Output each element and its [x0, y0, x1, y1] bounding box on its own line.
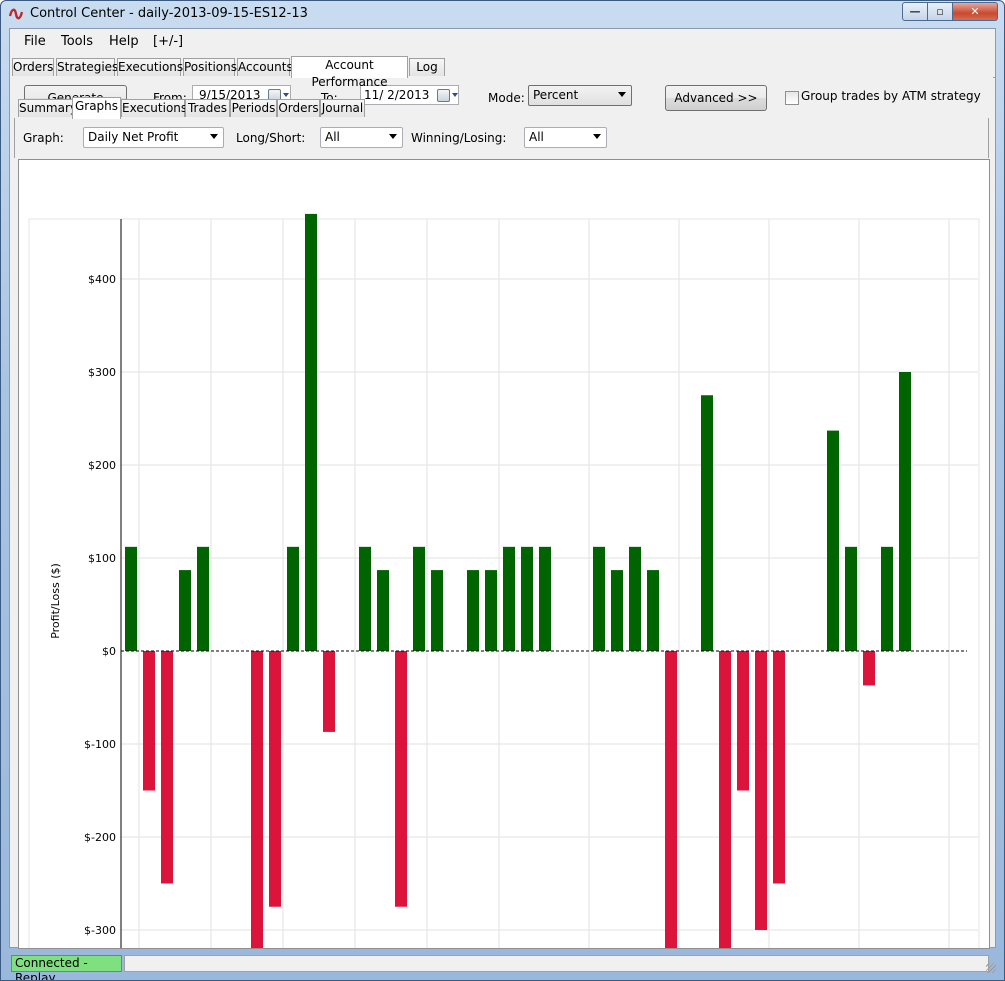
maximize-icon: ▫: [936, 5, 944, 18]
loss-bar: [737, 651, 749, 791]
app-logo-icon: [9, 8, 23, 20]
long-short-label: Long/Short:: [236, 131, 306, 145]
profit-bar: [125, 546, 137, 651]
y-tick-label: $-200: [84, 831, 116, 844]
tab-orders[interactable]: Orders: [12, 58, 54, 76]
subtab-orders[interactable]: Orders: [277, 99, 320, 117]
tab-account-performance[interactable]: Account Performance: [291, 56, 408, 89]
graph-filter-bar: Graph: Daily Net Profit Long/Short: All …: [14, 118, 989, 158]
minimize-icon: —: [909, 5, 921, 18]
loss-bar: [863, 651, 875, 686]
graph-label: Graph:: [23, 131, 64, 145]
daily-net-profit-chart: $400 $300 $200 $100 $0 $-100 $-200 $-300 Profit/…: [18, 159, 990, 949]
y-tick-label: $200: [88, 459, 116, 472]
close-button[interactable]: ✕: [953, 2, 998, 21]
y-tick-label: $400: [88, 273, 116, 286]
profit-bar: [593, 546, 605, 651]
window-title: Control Center - daily-2013-09-15-ES12-1…: [30, 6, 308, 21]
loss-bar: [251, 651, 263, 948]
y-tick-label: $300: [88, 366, 116, 379]
loss-bar: [323, 651, 335, 732]
loss-bar: [719, 651, 731, 948]
y-axis-title: Profit/Loss ($): [49, 563, 62, 639]
menu-bar: File Tools Help [+/-]: [10, 29, 995, 53]
profit-bar: [305, 213, 317, 651]
y-tick-label: $0: [102, 645, 116, 658]
profit-bar: [467, 570, 479, 651]
profit-bar: [899, 372, 911, 651]
tab-accounts[interactable]: Accounts: [237, 58, 293, 76]
profit-bar: [287, 546, 299, 651]
winning-losing-select[interactable]: All: [524, 127, 607, 148]
y-tick-label: $-100: [84, 738, 116, 751]
main-tab-strip: Orders Strategies Executions Positions A…: [12, 56, 995, 89]
close-icon: ✕: [970, 5, 980, 18]
profit-bar: [845, 546, 857, 651]
profit-bar: [521, 546, 533, 651]
chevron-down-icon: [210, 134, 218, 139]
profit-bar: [539, 546, 551, 651]
minimize-button[interactable]: —: [902, 2, 928, 21]
chevron-down-icon: [389, 134, 397, 139]
subtab-graphs[interactable]: Graphs: [72, 97, 121, 119]
profit-bar: [413, 546, 425, 651]
subtab-journal[interactable]: Journal: [320, 99, 365, 117]
long-short-value: All: [325, 130, 340, 144]
profit-bar: [179, 570, 191, 651]
profit-bar: [197, 546, 209, 651]
winning-losing-value: All: [529, 130, 544, 144]
profit-bar: [647, 570, 659, 651]
resize-grip-icon[interactable]: [986, 963, 996, 973]
profit-bar: [629, 546, 641, 651]
menu-tools[interactable]: Tools: [61, 34, 93, 49]
profit-bar: [377, 570, 389, 651]
profit-bar: [503, 546, 515, 651]
subtab-trades[interactable]: Trades: [185, 99, 230, 117]
title-bar[interactable]: Control Center - daily-2013-09-15-ES12-1…: [1, 1, 1004, 27]
application-window: Control Center - daily-2013-09-15-ES12-1…: [0, 0, 1005, 981]
profit-bar: [881, 546, 893, 651]
tab-strategies[interactable]: Strategies: [56, 58, 118, 76]
loss-bar: [395, 651, 407, 907]
profit-bar: [611, 570, 623, 651]
profit-bar: [359, 546, 371, 651]
maximize-button[interactable]: ▫: [928, 2, 953, 21]
status-bar-panel: [124, 955, 989, 972]
status-bar: Connected - Replay: [9, 953, 998, 980]
y-tick-label: $100: [88, 552, 116, 565]
y-tick-label: $-300: [84, 924, 116, 937]
subtab-summary[interactable]: Summary: [18, 99, 77, 117]
menu-toggle[interactable]: [+/-]: [153, 34, 183, 49]
chevron-down-icon: [593, 134, 601, 139]
profit-bar: [431, 570, 443, 651]
profit-bar: [701, 395, 713, 651]
subtab-executions[interactable]: Executions: [121, 99, 187, 117]
loss-bar: [269, 651, 281, 907]
tab-positions[interactable]: Positions: [183, 58, 237, 76]
graph-type-value: Daily Net Profit: [88, 130, 179, 144]
long-short-select[interactable]: All: [320, 127, 403, 148]
connection-status: Connected - Replay: [11, 955, 122, 980]
tab-log[interactable]: Log: [409, 58, 445, 76]
subtab-periods[interactable]: Periods: [230, 99, 277, 117]
loss-bar: [665, 651, 677, 948]
chart-svg: $400 $300 $200 $100 $0 $-100 $-200 $-300 Profit/…: [28, 213, 980, 948]
tab-executions[interactable]: Executions: [117, 58, 183, 76]
loss-bar: [755, 651, 767, 930]
loss-bar: [143, 651, 155, 791]
loss-bar: [773, 651, 785, 884]
client-area: File Tools Help [+/-] Orders Strategies …: [9, 28, 996, 949]
profit-bar: [485, 570, 497, 651]
profit-bar: [827, 430, 839, 651]
menu-file[interactable]: File: [24, 34, 46, 49]
menu-help[interactable]: Help: [109, 34, 139, 49]
graph-type-select[interactable]: Daily Net Profit: [83, 127, 224, 148]
loss-bar: [161, 651, 173, 884]
sub-tab-strip: Summary Graphs Executions Trades Periods…: [14, 97, 989, 119]
winning-losing-label: Winning/Losing:: [411, 131, 507, 145]
